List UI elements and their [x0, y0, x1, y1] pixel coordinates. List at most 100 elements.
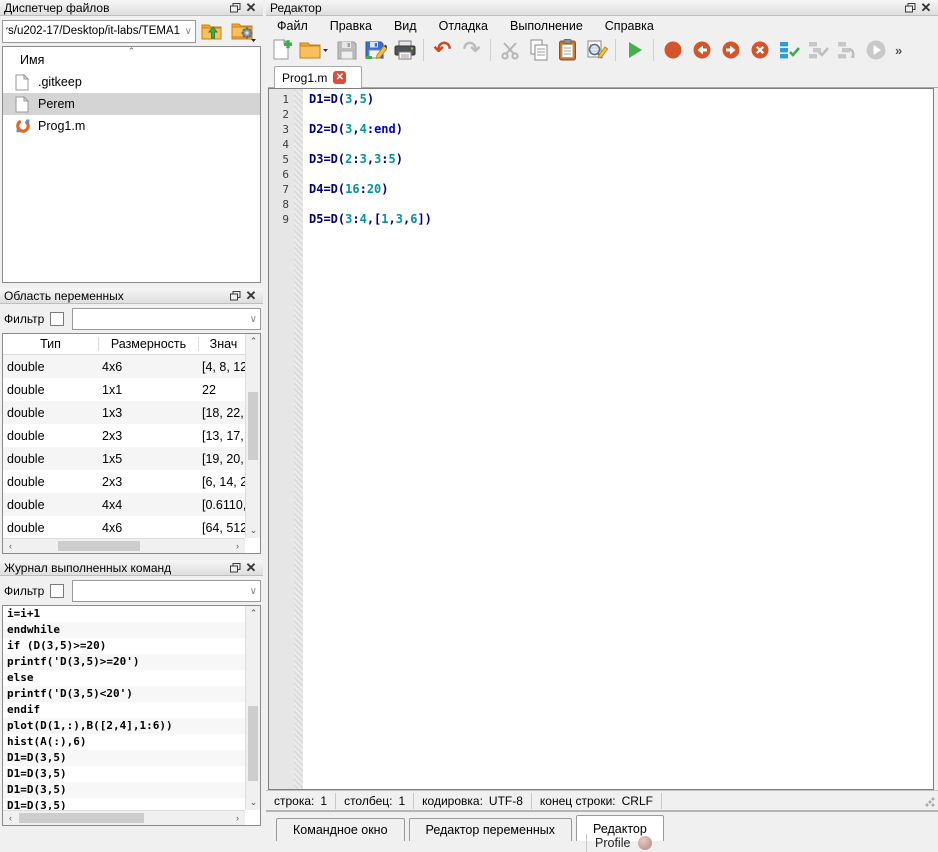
breakpoint-cell[interactable] — [294, 122, 303, 137]
filter-checkbox[interactable] — [50, 584, 64, 598]
close-icon[interactable]: ✕ — [243, 289, 259, 303]
code-line[interactable]: 5D3=D(2:3,3:5) — [269, 152, 933, 167]
scroll-down-icon[interactable]: ⌄ — [246, 795, 261, 810]
code-line[interactable]: 8 — [269, 197, 933, 212]
undock-icon[interactable] — [227, 1, 243, 15]
line-number[interactable]: 3 — [269, 122, 294, 137]
scroll-up-icon[interactable]: ⌃ — [246, 606, 261, 621]
folder-up-button[interactable] — [199, 19, 227, 43]
scroll-up-icon[interactable]: ⌃ — [246, 334, 261, 349]
code-line[interactable]: 7D4=D(16:20) — [269, 182, 933, 197]
toolbar-overflow-button[interactable]: » — [891, 43, 902, 58]
breakpoint-cell[interactable] — [294, 107, 303, 122]
history-command[interactable]: D1=D(3,5) — [3, 782, 245, 798]
menu-выполнение[interactable]: Выполнение — [499, 19, 594, 33]
tab-prog1[interactable]: Prog1.m ✕ — [274, 66, 362, 88]
file-row[interactable]: Prog1.m — [3, 115, 260, 137]
menu-отладка[interactable]: Отладка — [428, 19, 499, 33]
save-as-button[interactable] — [362, 37, 389, 63]
breakpoint-cell[interactable] — [294, 92, 303, 107]
code-line[interactable]: 1D1=D(3,5) — [269, 92, 933, 107]
toggle-breakpoint-button[interactable] — [659, 37, 686, 63]
code-editor[interactable]: 1D1=D(3,5)23D2=D(3,4:end)45D3=D(2:3,3:5)… — [268, 88, 934, 790]
history-command[interactable]: hist(A(:),6) — [3, 734, 245, 750]
new-script-button[interactable] — [268, 37, 295, 63]
menu-файл[interactable]: Файл — [266, 19, 319, 33]
history-command[interactable]: printf('D(3,5)<20') — [3, 686, 245, 702]
history-command[interactable]: i=i+1 — [3, 606, 245, 622]
variable-row[interactable]: double2x3[6, 14, 26 — [3, 470, 260, 493]
history-command[interactable]: plot(D(1,:),B([2,4],1:6)) — [3, 718, 245, 734]
line-number[interactable]: 5 — [269, 152, 294, 167]
variable-row[interactable]: double1x122 — [3, 378, 260, 401]
scroll-down-icon[interactable]: ⌄ — [246, 523, 261, 538]
variables-table-header[interactable]: Тип Размерность Знач — [3, 334, 260, 355]
file-row[interactable]: .gitkeep — [3, 71, 260, 93]
undock-icon[interactable] — [227, 289, 243, 303]
undock-icon[interactable] — [902, 1, 918, 15]
scrollbar-thumb[interactable] — [58, 541, 140, 551]
variable-row[interactable]: double4x6[64, 512, — [3, 516, 260, 539]
line-number[interactable]: 8 — [269, 197, 294, 212]
variable-row[interactable]: double4x4[0.6110, — [3, 493, 260, 516]
breakpoint-cell[interactable] — [294, 197, 303, 212]
scrollbar-thumb[interactable] — [248, 392, 258, 460]
history-command[interactable]: if (D(3,5)>=20) — [3, 638, 245, 654]
breakpoint-cell[interactable] — [294, 212, 303, 227]
history-command[interactable]: endif — [3, 702, 245, 718]
code-line[interactable]: 9D5=D(3:4,[1,3,6]) — [269, 212, 933, 227]
line-number[interactable]: 4 — [269, 137, 294, 152]
line-number[interactable]: 2 — [269, 107, 294, 122]
breakpoint-cell[interactable] — [294, 182, 303, 197]
next-breakpoint-button[interactable] — [717, 37, 744, 63]
file-row[interactable]: Perem — [3, 93, 260, 115]
line-number[interactable]: 6 — [269, 167, 294, 182]
horizontal-scrollbar[interactable]: ‹ › — [3, 810, 245, 825]
undock-icon[interactable] — [227, 561, 243, 575]
paste-button[interactable] — [554, 37, 581, 63]
vertical-scrollbar[interactable]: ⌃ ⌄ — [245, 334, 260, 538]
filter-combobox[interactable]: ∨ — [72, 308, 261, 330]
undo-button[interactable]: ↶ — [429, 37, 456, 63]
copy-button[interactable] — [525, 37, 552, 63]
resize-grip[interactable] — [925, 797, 935, 807]
col-value[interactable]: Знач — [198, 337, 248, 351]
remove-breakpoints-button[interactable] — [746, 37, 773, 63]
filter-combobox[interactable]: ∨ — [72, 580, 261, 602]
open-file-button[interactable] — [297, 37, 331, 63]
step-in-button[interactable] — [804, 37, 831, 63]
close-icon[interactable]: ✕ — [918, 1, 934, 15]
cut-button[interactable] — [496, 37, 523, 63]
menu-правка[interactable]: Правка — [319, 19, 383, 33]
history-command[interactable]: else — [3, 670, 245, 686]
scrollbar-thumb[interactable] — [19, 813, 144, 823]
folder-actions-button[interactable] — [230, 19, 258, 43]
save-button[interactable] — [333, 37, 360, 63]
close-icon[interactable]: ✕ — [243, 561, 259, 575]
vertical-scrollbar[interactable]: ⌃ ⌄ — [245, 606, 260, 810]
code-line[interactable]: 3D2=D(3,4:end) — [269, 122, 933, 137]
history-command[interactable]: D1=D(3,5) — [3, 750, 245, 766]
code-line[interactable]: 6 — [269, 167, 933, 182]
history-command[interactable]: D1=D(3,5) — [3, 766, 245, 782]
menu-справка[interactable]: Справка — [594, 19, 665, 33]
find-replace-button[interactable] — [583, 37, 610, 63]
tab-close-icon[interactable]: ✕ — [333, 71, 346, 84]
line-number[interactable]: 1 — [269, 92, 294, 107]
continue-button[interactable] — [862, 37, 889, 63]
variable-row[interactable]: double1x5[19, 20, 2 — [3, 447, 260, 470]
chevron-down-icon[interactable]: ∨ — [185, 26, 192, 37]
line-number[interactable]: 7 — [269, 182, 294, 197]
line-number[interactable]: 9 — [269, 212, 294, 227]
path-input[interactable]: sers/u202-17/Desktop/it-labs/TEMA1 ∨ — [2, 20, 196, 43]
history-command[interactable]: endwhile — [3, 622, 245, 638]
variable-row[interactable]: double4x6[4, 8, 12, — [3, 355, 260, 378]
step-out-button[interactable] — [833, 37, 860, 63]
code-line[interactable]: 2 — [269, 107, 933, 122]
history-command[interactable]: printf('D(3,5)>=20') — [3, 654, 245, 670]
step-button[interactable] — [775, 37, 802, 63]
redo-button[interactable]: ↷ — [458, 37, 485, 63]
bottom-tab-командное[interactable]: Командное окно — [276, 818, 405, 841]
horizontal-scrollbar[interactable]: ‹ › — [3, 538, 245, 553]
run-button[interactable] — [621, 37, 648, 63]
